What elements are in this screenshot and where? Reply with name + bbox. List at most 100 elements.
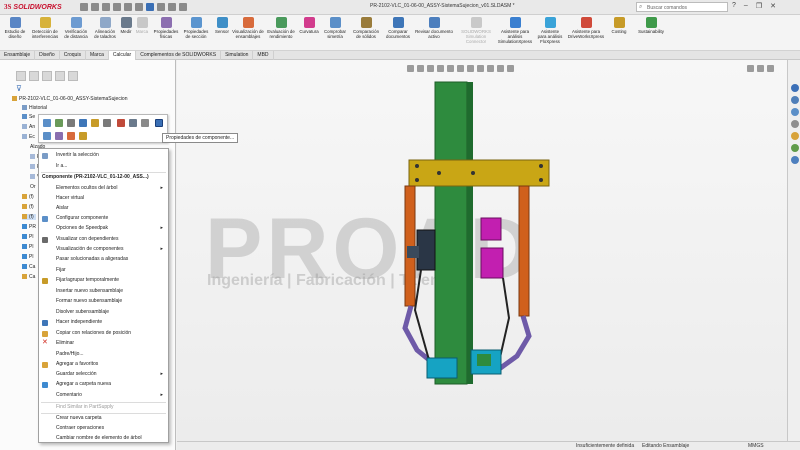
close-button[interactable]: ✕ [770,2,776,10]
save-icon[interactable] [113,3,121,11]
menu-item-invert-selection[interactable]: Invertir la selección [39,151,168,160]
menu-item-dissolve-subassembly[interactable]: Disolver subensamblaje [39,308,168,317]
menu-item-fix[interactable]: Fijar [39,266,168,275]
menu-item-set-resolved-to-lightweight[interactable]: Pasar solucionadas a aligeradas [39,255,168,264]
tab-simulation[interactable]: Simulation [221,51,254,60]
solidworks-resources-icon[interactable] [791,84,799,92]
new-document-icon[interactable] [91,3,99,11]
custom-properties-icon[interactable] [791,144,799,152]
curvature-button[interactable]: Curvatura [298,17,320,34]
hole-alignment-button[interactable]: Alineación de taladros [92,17,118,39]
tree-item-equations[interactable]: Ec [22,134,35,140]
tab-ensamblaje[interactable]: Ensamblaje [0,51,36,60]
tree-item-ca-1[interactable]: Ca [22,264,35,270]
menu-item-collapse-features[interactable]: Contraer operaciones [39,424,168,433]
tree-item-pl-1[interactable]: Pl [22,234,33,240]
property-manager-tab-icon[interactable] [29,71,39,81]
interference-detection-button[interactable]: Detección de interferencias [30,17,60,39]
configuration-manager-tab-icon[interactable] [42,71,52,81]
view-palette-icon[interactable] [791,120,799,128]
tab-diseno[interactable]: Diseño [35,51,60,60]
smart-dimension-icon[interactable] [103,119,111,127]
menu-item-delete[interactable]: ✕ Eliminar [39,339,168,348]
select-arrow-icon[interactable] [146,3,154,11]
check-active-document-button[interactable]: Revisar documento activo [414,17,454,39]
performance-evaluation-button[interactable]: Evaluación de rendimiento [266,17,296,39]
tree-item-origin[interactable]: Or [30,184,36,190]
print-icon[interactable] [124,3,132,11]
menu-item-make-virtual[interactable]: Hacer virtual [39,194,168,203]
menu-item-speedpak-options[interactable]: Opciones de Speedpak ▸ [39,224,168,233]
change-suppression-icon[interactable] [91,119,99,127]
simulation-connector-button[interactable]: SOLIDWORKS Simulation Connector [458,17,494,44]
floxpress-button[interactable]: Asistente para análisis FloXpress [536,17,564,44]
menu-item-hidden-tree-items[interactable]: Elementos ocultos del árbol ▸ [39,184,168,193]
symmetry-check-button[interactable]: Comprobar simetría [320,17,350,39]
simulationxpress-button[interactable]: Asistente para análisis SimulationXpress [496,17,534,44]
graphics-area[interactable]: PROAD Ingeniería | Fabricación | Talento [177,60,787,441]
options-gear-icon[interactable] [179,3,187,11]
tree-root-assembly[interactable]: PR-2102-VLC_01-06-00_ASSY-SistemaSujecio… [12,96,128,102]
tree-item-fixed-3-selected[interactable]: (f) [22,214,36,220]
measure-button[interactable]: Medir [118,17,134,34]
filter-icon[interactable]: ⊽ [16,84,22,93]
menu-item-rename-tree-item[interactable]: Cambiar nombre de elemento de árbol [39,434,168,443]
search-commands-input[interactable]: ⌕ Buscar comandos [636,2,728,12]
menu-item-parent-child[interactable]: Padre/Hijo... [39,350,168,359]
undo-icon[interactable] [135,3,143,11]
help-icon[interactable]: ? [732,2,736,10]
menu-item-insert-new-subassembly[interactable]: Insertar nuevo subensamblaje [39,287,168,296]
tab-calcular[interactable]: Calcular [108,51,137,60]
assembly-visualization-button[interactable]: Visualización de ensamblajes [232,17,264,39]
display-manager-tab-icon[interactable] [68,71,78,81]
menu-item-isolate[interactable]: Aislar [39,204,168,213]
tree-item-history[interactable]: Historial [22,105,47,111]
menu-item-add-to-new-folder[interactable]: Agregar a carpeta nueva [39,380,168,389]
rebuild-icon[interactable] [157,3,165,11]
minimize-button[interactable]: – [744,2,748,10]
tree-item-sensors[interactable]: Se [22,114,35,120]
menu-item-make-independent[interactable]: Hacer independiente [39,318,168,327]
tree-item-pl-3[interactable]: Pl [22,254,33,260]
menu-item-form-new-subassembly[interactable]: Formar nuevo subensamblaje [39,297,168,306]
sensor-button[interactable]: Sensor [212,17,232,34]
design-study-button[interactable]: Estudio de diseño [2,17,28,39]
tab-croquis[interactable]: Croquis [60,51,86,60]
menu-item-go-to[interactable]: Ir a... [39,162,168,171]
tab-marca[interactable]: Marca [86,51,109,60]
sustainability-button[interactable]: Sustainability [634,17,668,34]
feature-manager-tab-icon[interactable] [16,71,26,81]
menu-item-comment[interactable]: Comentario ▸ [39,391,168,400]
tree-item-annotations[interactable]: An [22,124,35,130]
zoom-to-selection-icon[interactable] [43,132,51,140]
design-library-icon[interactable] [791,96,799,104]
tab-complementos[interactable]: Complementos de SOLIDWORKS [136,51,222,60]
solidworks-forum-icon[interactable] [791,156,799,164]
make-rigid-icon[interactable] [79,132,87,140]
file-explorer-icon[interactable] [791,108,799,116]
view-mates-icon[interactable] [55,132,63,140]
compare-documents-button[interactable]: Comparar documentos [384,17,412,39]
menu-item-save-selection[interactable]: Guardar selección ▸ [39,370,168,379]
appearance-icon[interactable] [67,132,75,140]
solidworks-logo[interactable]: 3S SOLIDWORKS [0,3,64,11]
mate-icon[interactable] [117,119,125,127]
hide-components-icon[interactable] [67,119,75,127]
tree-item-pr[interactable]: PR [22,224,36,230]
menu-item-create-new-folder[interactable]: Crear nueva carpeta [39,414,168,423]
appearances-icon[interactable] [791,132,799,140]
tree-item-pl-2[interactable]: Pl [22,244,33,250]
attach-icon[interactable] [129,119,137,127]
mass-properties-button[interactable]: Propiedades físicas [152,17,180,39]
tree-item-ca-2[interactable]: Ca [22,274,35,280]
compare-bodies-button[interactable]: Comparación de sólidos [350,17,382,39]
open-part-icon[interactable] [55,119,63,127]
isolate-icon[interactable] [141,119,149,127]
menu-item-configure-component[interactable]: Configurar componente [39,214,168,223]
menu-item-component-display[interactable]: Visualización de componentes ▸ [39,245,168,254]
open-icon[interactable] [102,3,110,11]
costing-button[interactable]: Costing [608,17,630,34]
menu-item-fix-group-temporarily[interactable]: Fijar/agrupar temporalmente [39,276,168,285]
home-icon[interactable] [80,3,88,11]
menu-item-view-with-dependents[interactable]: Visualizar con dependientes [39,235,168,244]
